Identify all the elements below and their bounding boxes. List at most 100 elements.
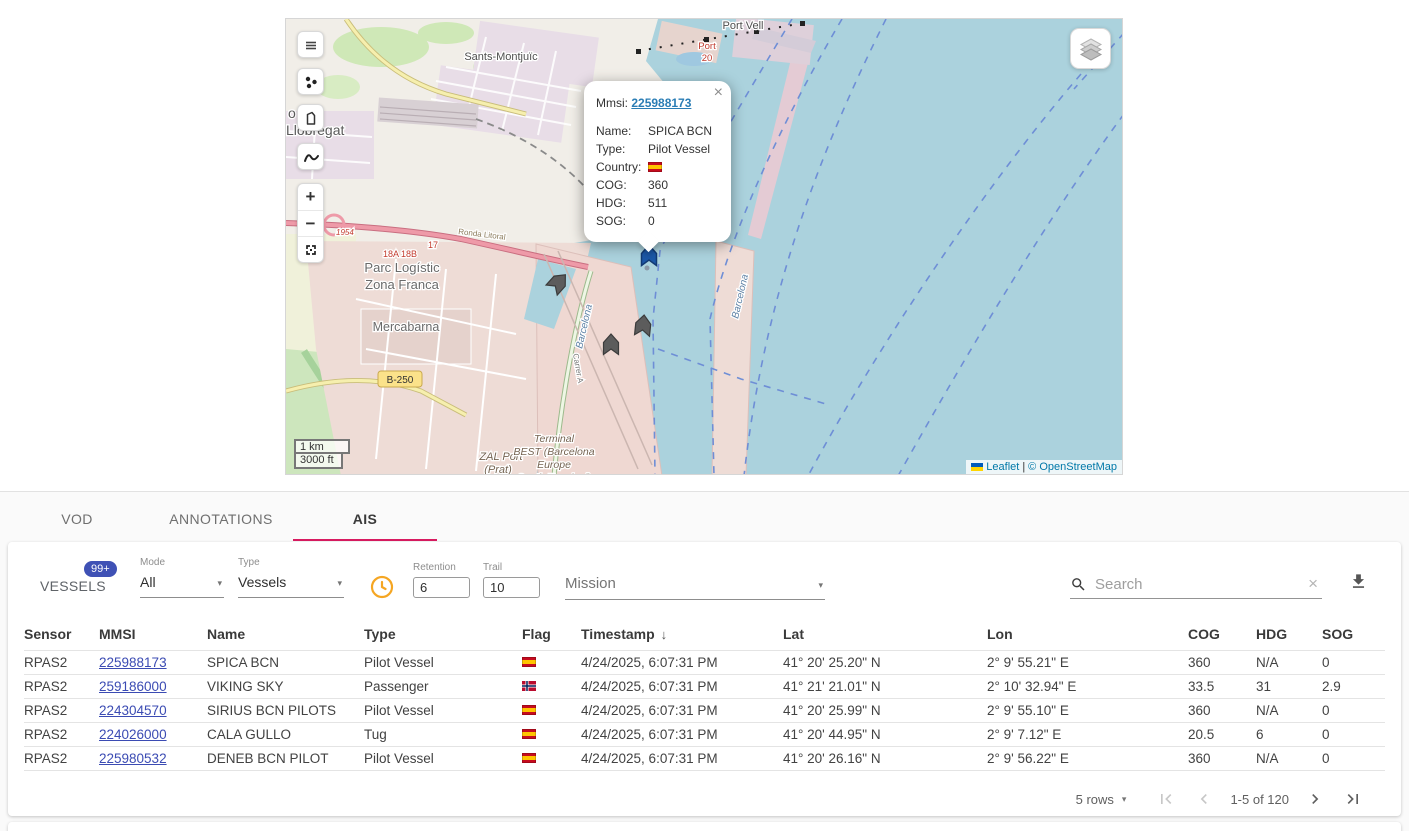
pagination: 5 rows ▾ 1-5 of 120 [1076, 784, 1365, 814]
scale-imperial: 3000 ft [294, 454, 343, 469]
col-lat[interactable]: Lat [783, 621, 987, 651]
cell-cog: 360 [1188, 747, 1256, 771]
popup-row-sog: SOG: 0 [596, 212, 723, 230]
mmsi-link[interactable]: 224026000 [99, 727, 167, 742]
mission-select[interactable]: Mission ▾ [565, 561, 825, 600]
vessels-label: VESSELS [40, 578, 106, 594]
cell-type: Tug [364, 723, 522, 747]
cell-type: Pilot Vessel [364, 651, 522, 675]
flag-spain-icon [648, 162, 662, 172]
col-sensor[interactable]: Sensor [24, 621, 99, 651]
col-hdg[interactable]: HDG [1256, 621, 1322, 651]
vessel-anchor-dot [645, 266, 650, 271]
zoom-in-button[interactable]: + [298, 184, 323, 210]
popup-sog-label: SOG: [596, 214, 648, 228]
cell-lat: 41° 20' 25.99" N [783, 699, 987, 723]
map-label-port-ref: Port [698, 41, 716, 52]
map-label-ref17: 17 [428, 240, 438, 250]
mercabarna-blocks [361, 309, 471, 364]
last-page-button[interactable] [1341, 787, 1365, 811]
popup-name-label: Name: [596, 124, 648, 138]
mmsi-link[interactable]: 259186000 [99, 679, 167, 694]
clock-icon [370, 575, 394, 599]
flag-spain-icon [522, 729, 536, 739]
cell-lat: 41° 20' 25.20" N [783, 651, 987, 675]
chevron-left-icon [1194, 789, 1214, 809]
mmsi-link[interactable]: 225980532 [99, 751, 167, 766]
chevron-down-icon: ▾ [337, 578, 342, 589]
zoom-out-button[interactable]: − [298, 210, 323, 236]
popup-hdg-label: HDG: [596, 196, 648, 210]
col-sog[interactable]: SOG [1322, 621, 1385, 651]
cell-name: CALA GULLO [207, 723, 364, 747]
tab-vod-label: VOD [61, 511, 93, 527]
cell-lon: 2° 9' 7.12" E [987, 723, 1188, 747]
trail-input[interactable] [483, 577, 540, 598]
osm-link[interactable]: © OpenStreetMap [1028, 461, 1117, 473]
col-mmsi[interactable]: MMSI [99, 621, 207, 651]
cell-hdg: 31 [1256, 675, 1322, 699]
next-page-button[interactable] [1303, 787, 1327, 811]
mode-select[interactable]: Mode All ▾ [140, 557, 224, 598]
zoom-controls: + − [297, 183, 324, 263]
table-row: RPAS2 259186000 VIKING SKY Passenger 4/2… [24, 675, 1385, 699]
table-row: RPAS2 224304570 SIRIUS BCN PILOTS Pilot … [24, 699, 1385, 723]
scribble-icon [302, 149, 320, 165]
popup-hdg-value: 511 [648, 196, 667, 210]
retention-input[interactable] [413, 577, 470, 598]
fullscreen-button[interactable] [298, 236, 323, 262]
chevron-down-icon: ▾ [1122, 794, 1127, 805]
menu-button[interactable] [297, 31, 324, 58]
retention-clock-button[interactable] [370, 575, 394, 604]
prev-page-button[interactable] [1192, 787, 1216, 811]
cell-name: DENEB BCN PILOT [207, 747, 364, 771]
col-timestamp[interactable]: Timestamp↓ [581, 621, 783, 651]
cell-cog: 360 [1188, 699, 1256, 723]
search-input[interactable] [1095, 576, 1308, 593]
col-lon[interactable]: Lon [987, 621, 1188, 651]
download-button[interactable] [1349, 572, 1368, 596]
flag-norway-icon [522, 681, 536, 691]
popup-mmsi-link[interactable]: 225988173 [631, 96, 691, 110]
popup-row-type: Type: Pilot Vessel [596, 140, 723, 158]
cell-cog: 20.5 [1188, 723, 1256, 747]
leaflet-link[interactable]: Leaflet [986, 461, 1019, 473]
shape-tool-button[interactable] [297, 104, 324, 131]
cell-timestamp: 4/24/2025, 6:07:31 PM [581, 651, 783, 675]
col-name[interactable]: Name [207, 621, 364, 651]
tab-annotations[interactable]: ANNOTATIONS [149, 497, 293, 541]
retention-field: Retention [413, 562, 470, 598]
mode-value: All [140, 574, 156, 590]
col-lat-label: Lat [783, 626, 804, 642]
cell-mmsi: 259186000 [99, 675, 207, 699]
flag-spain-icon [522, 705, 536, 715]
cell-type: Pilot Vessel [364, 699, 522, 723]
mmsi-link[interactable]: 224304570 [99, 703, 167, 718]
rows-per-page-select[interactable]: 5 rows ▾ [1076, 792, 1127, 807]
trail-draw-button[interactable] [297, 143, 324, 170]
col-type[interactable]: Type [364, 621, 522, 651]
popup-close-icon[interactable]: × [714, 85, 723, 101]
cluster-toggle-button[interactable] [297, 68, 324, 95]
table-header-row: Sensor MMSI Name Type Flag Timestamp↓ La… [24, 621, 1385, 651]
cell-lat: 41° 20' 26.16" N [783, 747, 987, 771]
first-page-button[interactable] [1154, 787, 1178, 811]
tab-ais[interactable]: AIS [293, 497, 437, 541]
layers-button[interactable] [1070, 28, 1111, 69]
col-cog[interactable]: COG [1188, 621, 1256, 651]
clear-search-icon[interactable]: × [1308, 574, 1318, 594]
map-label-1954: 1954 [336, 228, 354, 237]
cell-mmsi: 224304570 [99, 699, 207, 723]
cell-sog: 0 [1322, 699, 1385, 723]
type-select[interactable]: Type Vessels ▾ [238, 557, 344, 598]
mmsi-link[interactable]: 225988173 [99, 655, 167, 670]
flag-spain-icon [522, 753, 536, 763]
cell-cog: 33.5 [1188, 675, 1256, 699]
cell-timestamp: 4/24/2025, 6:07:31 PM [581, 723, 783, 747]
sort-desc-icon: ↓ [661, 627, 668, 642]
page-shape-icon [303, 110, 319, 126]
table-row: RPAS2 225980532 DENEB BCN PILOT Pilot Ve… [24, 747, 1385, 771]
map[interactable]: Sants-Montjuïc Port Vell Port 20 o let L… [285, 18, 1123, 475]
tab-vod[interactable]: VOD [5, 497, 149, 541]
col-flag[interactable]: Flag [522, 621, 581, 651]
